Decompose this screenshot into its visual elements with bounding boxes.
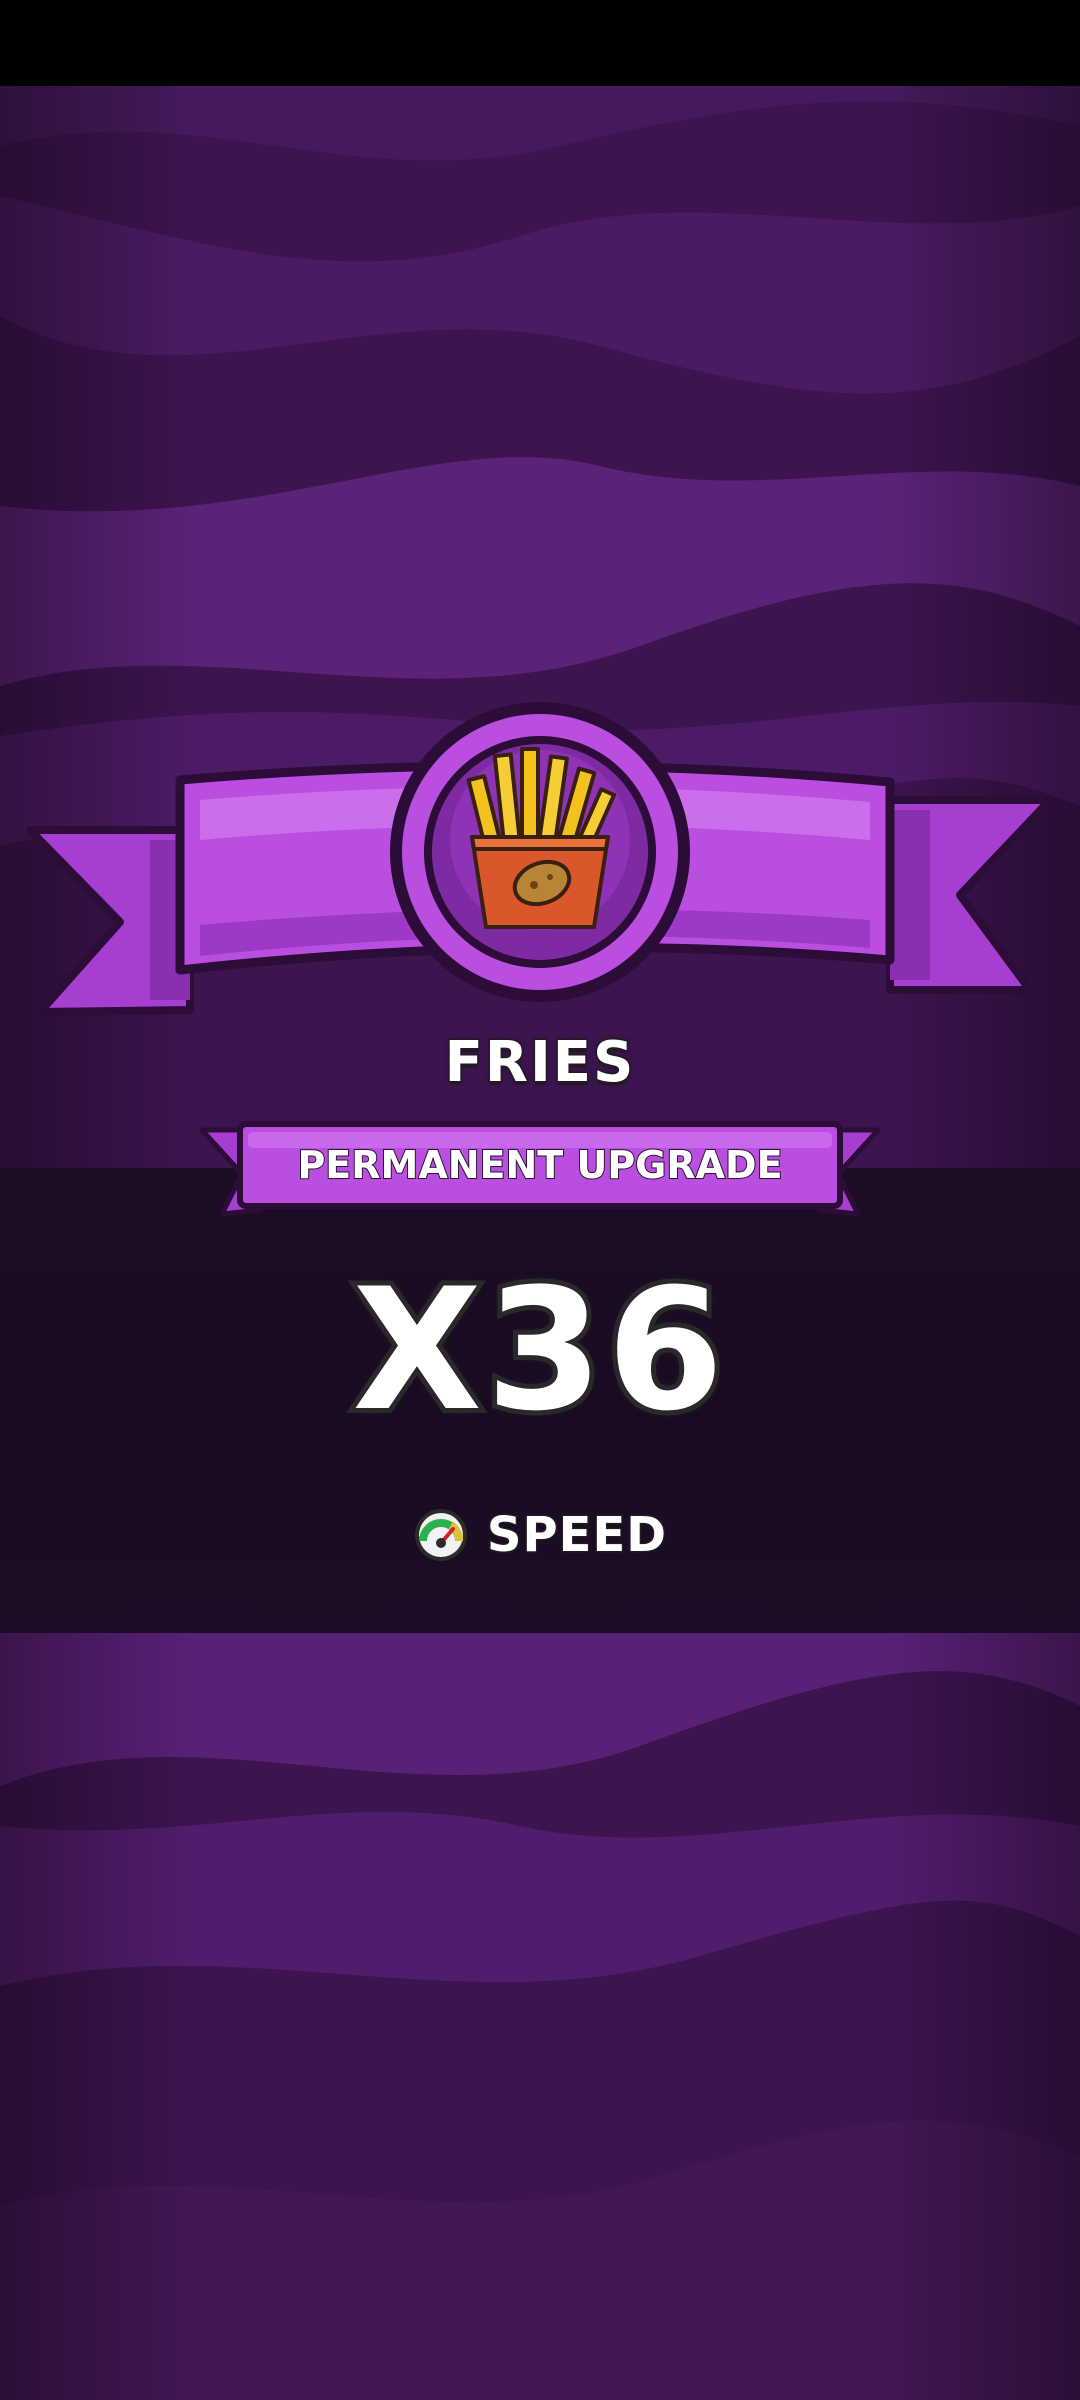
fries-icon bbox=[466, 747, 617, 929]
status-bar bbox=[0, 0, 1080, 86]
item-name: FRIES bbox=[443, 1029, 636, 1097]
multiplier-value: X36 bbox=[347, 1247, 728, 1453]
permanent-upgrade-label: PERMANENT UPGRADE bbox=[296, 1142, 783, 1188]
stat-row: SPEED bbox=[0, 1500, 1080, 1570]
speedometer-icon bbox=[414, 1509, 467, 1561]
stat-label: SPEED bbox=[485, 1506, 668, 1565]
upgrade-reward-screen[interactable]: FRIES PERMANENT UPGRADE X36 SPEED bbox=[0, 0, 1080, 2400]
